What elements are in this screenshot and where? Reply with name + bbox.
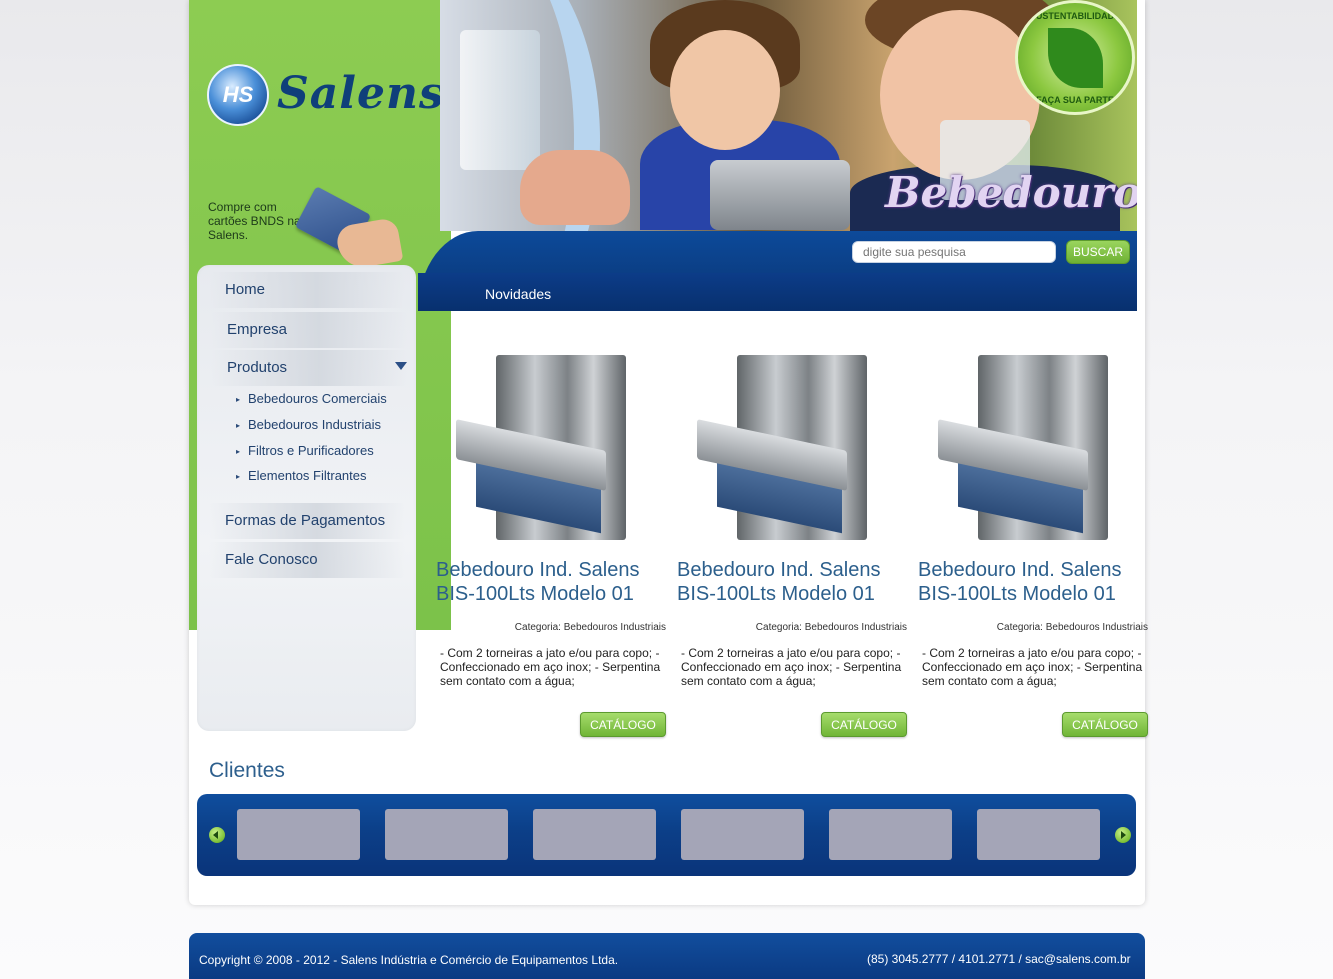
catalog-button[interactable]: CATÁLOGO <box>821 712 907 737</box>
menu-item-home[interactable]: Home <box>209 272 405 308</box>
menu-item-fale-conosco[interactable]: Fale Conosco <box>209 542 405 578</box>
sustainability-badge: SUSTENTABILIDADE FAÇA SUA PARTE <box>1015 0 1135 115</box>
product-image[interactable] <box>938 355 1118 545</box>
search-input[interactable] <box>852 241 1056 263</box>
banner-girl-face <box>670 30 780 150</box>
product-description: - Com 2 torneiras a jato e/ou para copo;… <box>440 646 661 688</box>
submenu-item-filtros-purificadores[interactable]: ▸ Filtros e Purificadores <box>236 443 374 458</box>
carousel-prev-icon[interactable] <box>209 827 225 843</box>
banner-title: Bebedouros <box>885 168 1137 217</box>
bullet-arrow-icon: ▸ <box>236 472 241 482</box>
chevron-down-icon[interactable] <box>395 362 407 370</box>
product-category: Categoria: Bebedouros Industriais <box>514 622 666 633</box>
submenu-item-elementos-filtrantes[interactable]: ▸ Elementos Filtrantes <box>236 468 367 483</box>
badge-text-bottom: FAÇA SUA PARTE <box>1036 95 1114 105</box>
catalog-button[interactable]: CATÁLOGO <box>580 712 666 737</box>
client-logo-slot[interactable] <box>237 809 360 860</box>
menu-item-produtos[interactable]: Produtos <box>211 350 407 386</box>
bullet-arrow-icon: ▸ <box>236 421 241 431</box>
menu-item-formas-pagamentos[interactable]: Formas de Pagamentos <box>209 503 405 539</box>
client-logo-slot[interactable] <box>681 809 804 860</box>
footer-contact: (85) 3045.2777 / 4101.2771 / sac@salens.… <box>867 952 1131 966</box>
product-image[interactable] <box>456 355 636 545</box>
product-description: - Com 2 torneiras a jato e/ou para copo;… <box>922 646 1143 688</box>
product-card: Bebedouro Ind. Salens BIS-100Lts Modelo … <box>436 340 666 750</box>
catalog-button[interactable]: CATÁLOGO <box>1062 712 1148 737</box>
clients-title: Clientes <box>209 759 285 782</box>
menu-item-empresa[interactable]: Empresa <box>211 312 407 348</box>
submenu-item-label: Bebedouros Comerciais <box>248 391 387 406</box>
badge-text-top: SUSTENTABILIDADE <box>1029 11 1121 21</box>
submenu-item-label: Elementos Filtrantes <box>248 468 367 483</box>
product-card: Bebedouro Ind. Salens BIS-100Lts Modelo … <box>918 340 1148 750</box>
leaf-icon <box>1048 28 1103 88</box>
logo-wordmark: Salens <box>277 68 445 119</box>
product-title[interactable]: Bebedouro Ind. Salens BIS-100Lts Modelo … <box>677 558 907 606</box>
client-logo-slot[interactable] <box>385 809 508 860</box>
search-button[interactable]: BUSCAR <box>1066 240 1130 264</box>
carousel-next-icon[interactable] <box>1115 827 1131 843</box>
hero-banner: SUSTENTABILIDADE FAÇA SUA PARTE Bebedour… <box>440 0 1137 231</box>
banner-hand-image <box>520 150 630 225</box>
product-title[interactable]: Bebedouro Ind. Salens BIS-100Lts Modelo … <box>436 558 666 606</box>
submenu-item-bebedouros-industriais[interactable]: ▸ Bebedouros Industriais <box>236 417 381 432</box>
client-logo-slot[interactable] <box>829 809 952 860</box>
footer-copyright: Copyright © 2008 - 2012 - Salens Indústr… <box>199 953 619 967</box>
client-logo-slot[interactable] <box>977 809 1100 860</box>
client-logo-slot[interactable] <box>533 809 656 860</box>
product-card: Bebedouro Ind. Salens BIS-100Lts Modelo … <box>677 340 907 750</box>
submenu-item-bebedouros-comerciais[interactable]: ▸ Bebedouros Comerciais <box>236 391 387 406</box>
banner-glass-image <box>460 30 540 170</box>
product-description: - Com 2 torneiras a jato e/ou para copo;… <box>681 646 902 688</box>
product-image[interactable] <box>697 355 877 545</box>
submenu-item-label: Bebedouros Industriais <box>248 417 381 432</box>
logo-emblem: HS <box>207 64 269 126</box>
product-category: Categoria: Bebedouros Industriais <box>755 622 907 633</box>
bullet-arrow-icon: ▸ <box>236 395 241 405</box>
product-title[interactable]: Bebedouro Ind. Salens BIS-100Lts Modelo … <box>918 558 1148 606</box>
bnds-promo-text: Compre com cartões BNDS na Salens. <box>208 200 301 242</box>
section-title-novidades: Novidades <box>485 286 552 302</box>
product-category: Categoria: Bebedouros Industriais <box>996 622 1148 633</box>
logo[interactable]: HS Salens <box>207 64 444 128</box>
banner-fountain-image <box>710 160 850 230</box>
bullet-arrow-icon: ▸ <box>236 447 241 457</box>
submenu-item-label: Filtros e Purificadores <box>248 443 374 458</box>
